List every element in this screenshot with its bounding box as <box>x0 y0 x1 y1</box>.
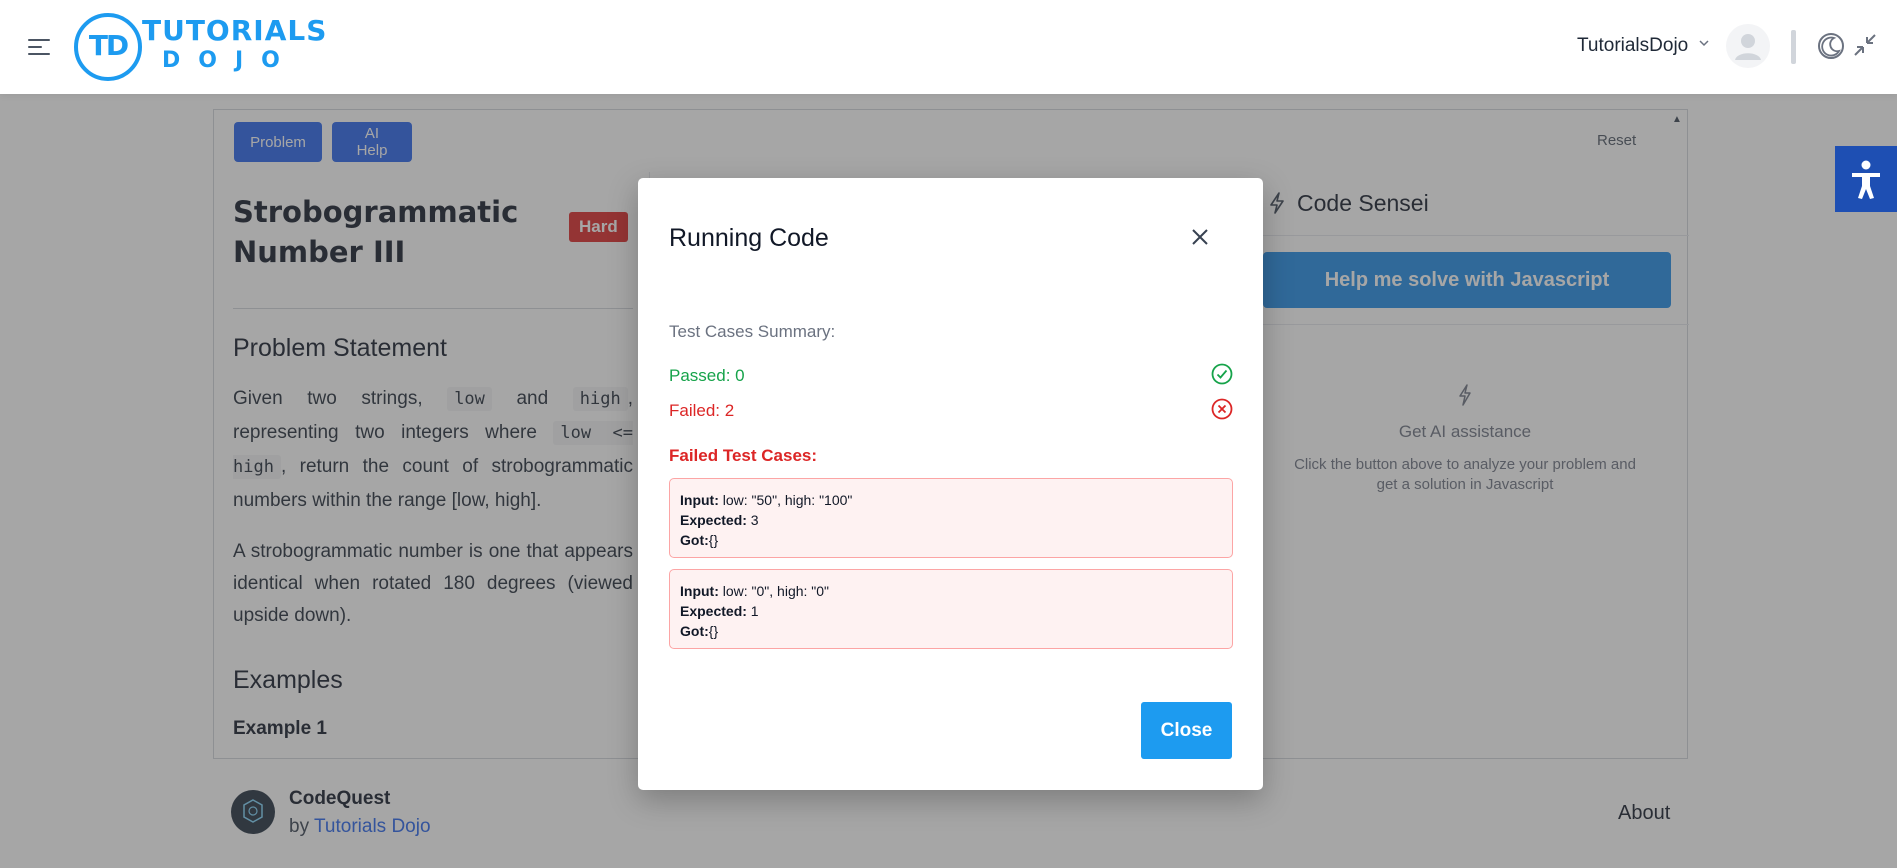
dark-mode-icon[interactable] <box>1817 32 1845 60</box>
got-value: {} <box>708 623 719 639</box>
got-value: {} <box>708 532 719 548</box>
menu-icon[interactable] <box>28 37 52 57</box>
case-input: Input: low: "50", high: "100" <box>680 490 1222 510</box>
input-value: low: "50", high: "100" <box>718 492 853 508</box>
logo-mark[interactable]: TD <box>74 13 142 81</box>
avatar[interactable] <box>1726 24 1770 68</box>
summary-label: Test Cases Summary: <box>669 322 836 341</box>
header-divider <box>1791 30 1796 64</box>
failed-count: Failed: 2 <box>669 401 735 420</box>
close-icon[interactable] <box>1189 226 1211 248</box>
failed-cases-heading: Failed Test Cases: <box>669 446 818 465</box>
x-circle-icon <box>1211 398 1233 420</box>
logo-text-bottom[interactable]: DOJO <box>162 48 298 73</box>
got-label: Got: <box>680 623 709 639</box>
chevron-down-icon[interactable] <box>1698 36 1710 52</box>
case-got: Got:{} <box>680 621 1222 641</box>
passed-count: Passed: 0 <box>669 366 745 385</box>
top-header: TD TUTORIALS DOJO TutorialsDojo <box>0 0 1897 94</box>
expected-label: Expected: <box>680 512 747 528</box>
check-circle-icon <box>1211 363 1233 385</box>
input-value: low: "0", high: "0" <box>718 583 830 599</box>
running-code-modal: Running Code Test Cases Summary: Passed:… <box>638 178 1263 790</box>
expected-value: 3 <box>746 512 759 528</box>
logo-text-top[interactable]: TUTORIALS <box>142 14 327 47</box>
logo-mark-text: TD <box>88 29 129 62</box>
user-menu-name[interactable]: TutorialsDojo <box>1577 35 1688 57</box>
modal-title: Running Code <box>669 224 829 252</box>
input-label: Input: <box>680 583 719 599</box>
case-expected: Expected: 1 <box>680 601 1222 621</box>
input-label: Input: <box>680 492 719 508</box>
accessibility-button[interactable] <box>1835 146 1897 212</box>
case-got: Got:{} <box>680 530 1222 550</box>
failed-case-card: Input: low: "0", high: "0" Expected: 1 G… <box>669 569 1233 649</box>
collapse-icon[interactable] <box>1852 32 1878 58</box>
case-expected: Expected: 3 <box>680 510 1222 530</box>
expected-label: Expected: <box>680 603 747 619</box>
accessibility-icon <box>1852 160 1880 199</box>
case-input: Input: low: "0", high: "0" <box>680 581 1222 601</box>
expected-value: 1 <box>746 603 759 619</box>
got-label: Got: <box>680 532 709 548</box>
close-button[interactable]: Close <box>1141 702 1232 759</box>
failed-case-card: Input: low: "50", high: "100" Expected: … <box>669 478 1233 558</box>
